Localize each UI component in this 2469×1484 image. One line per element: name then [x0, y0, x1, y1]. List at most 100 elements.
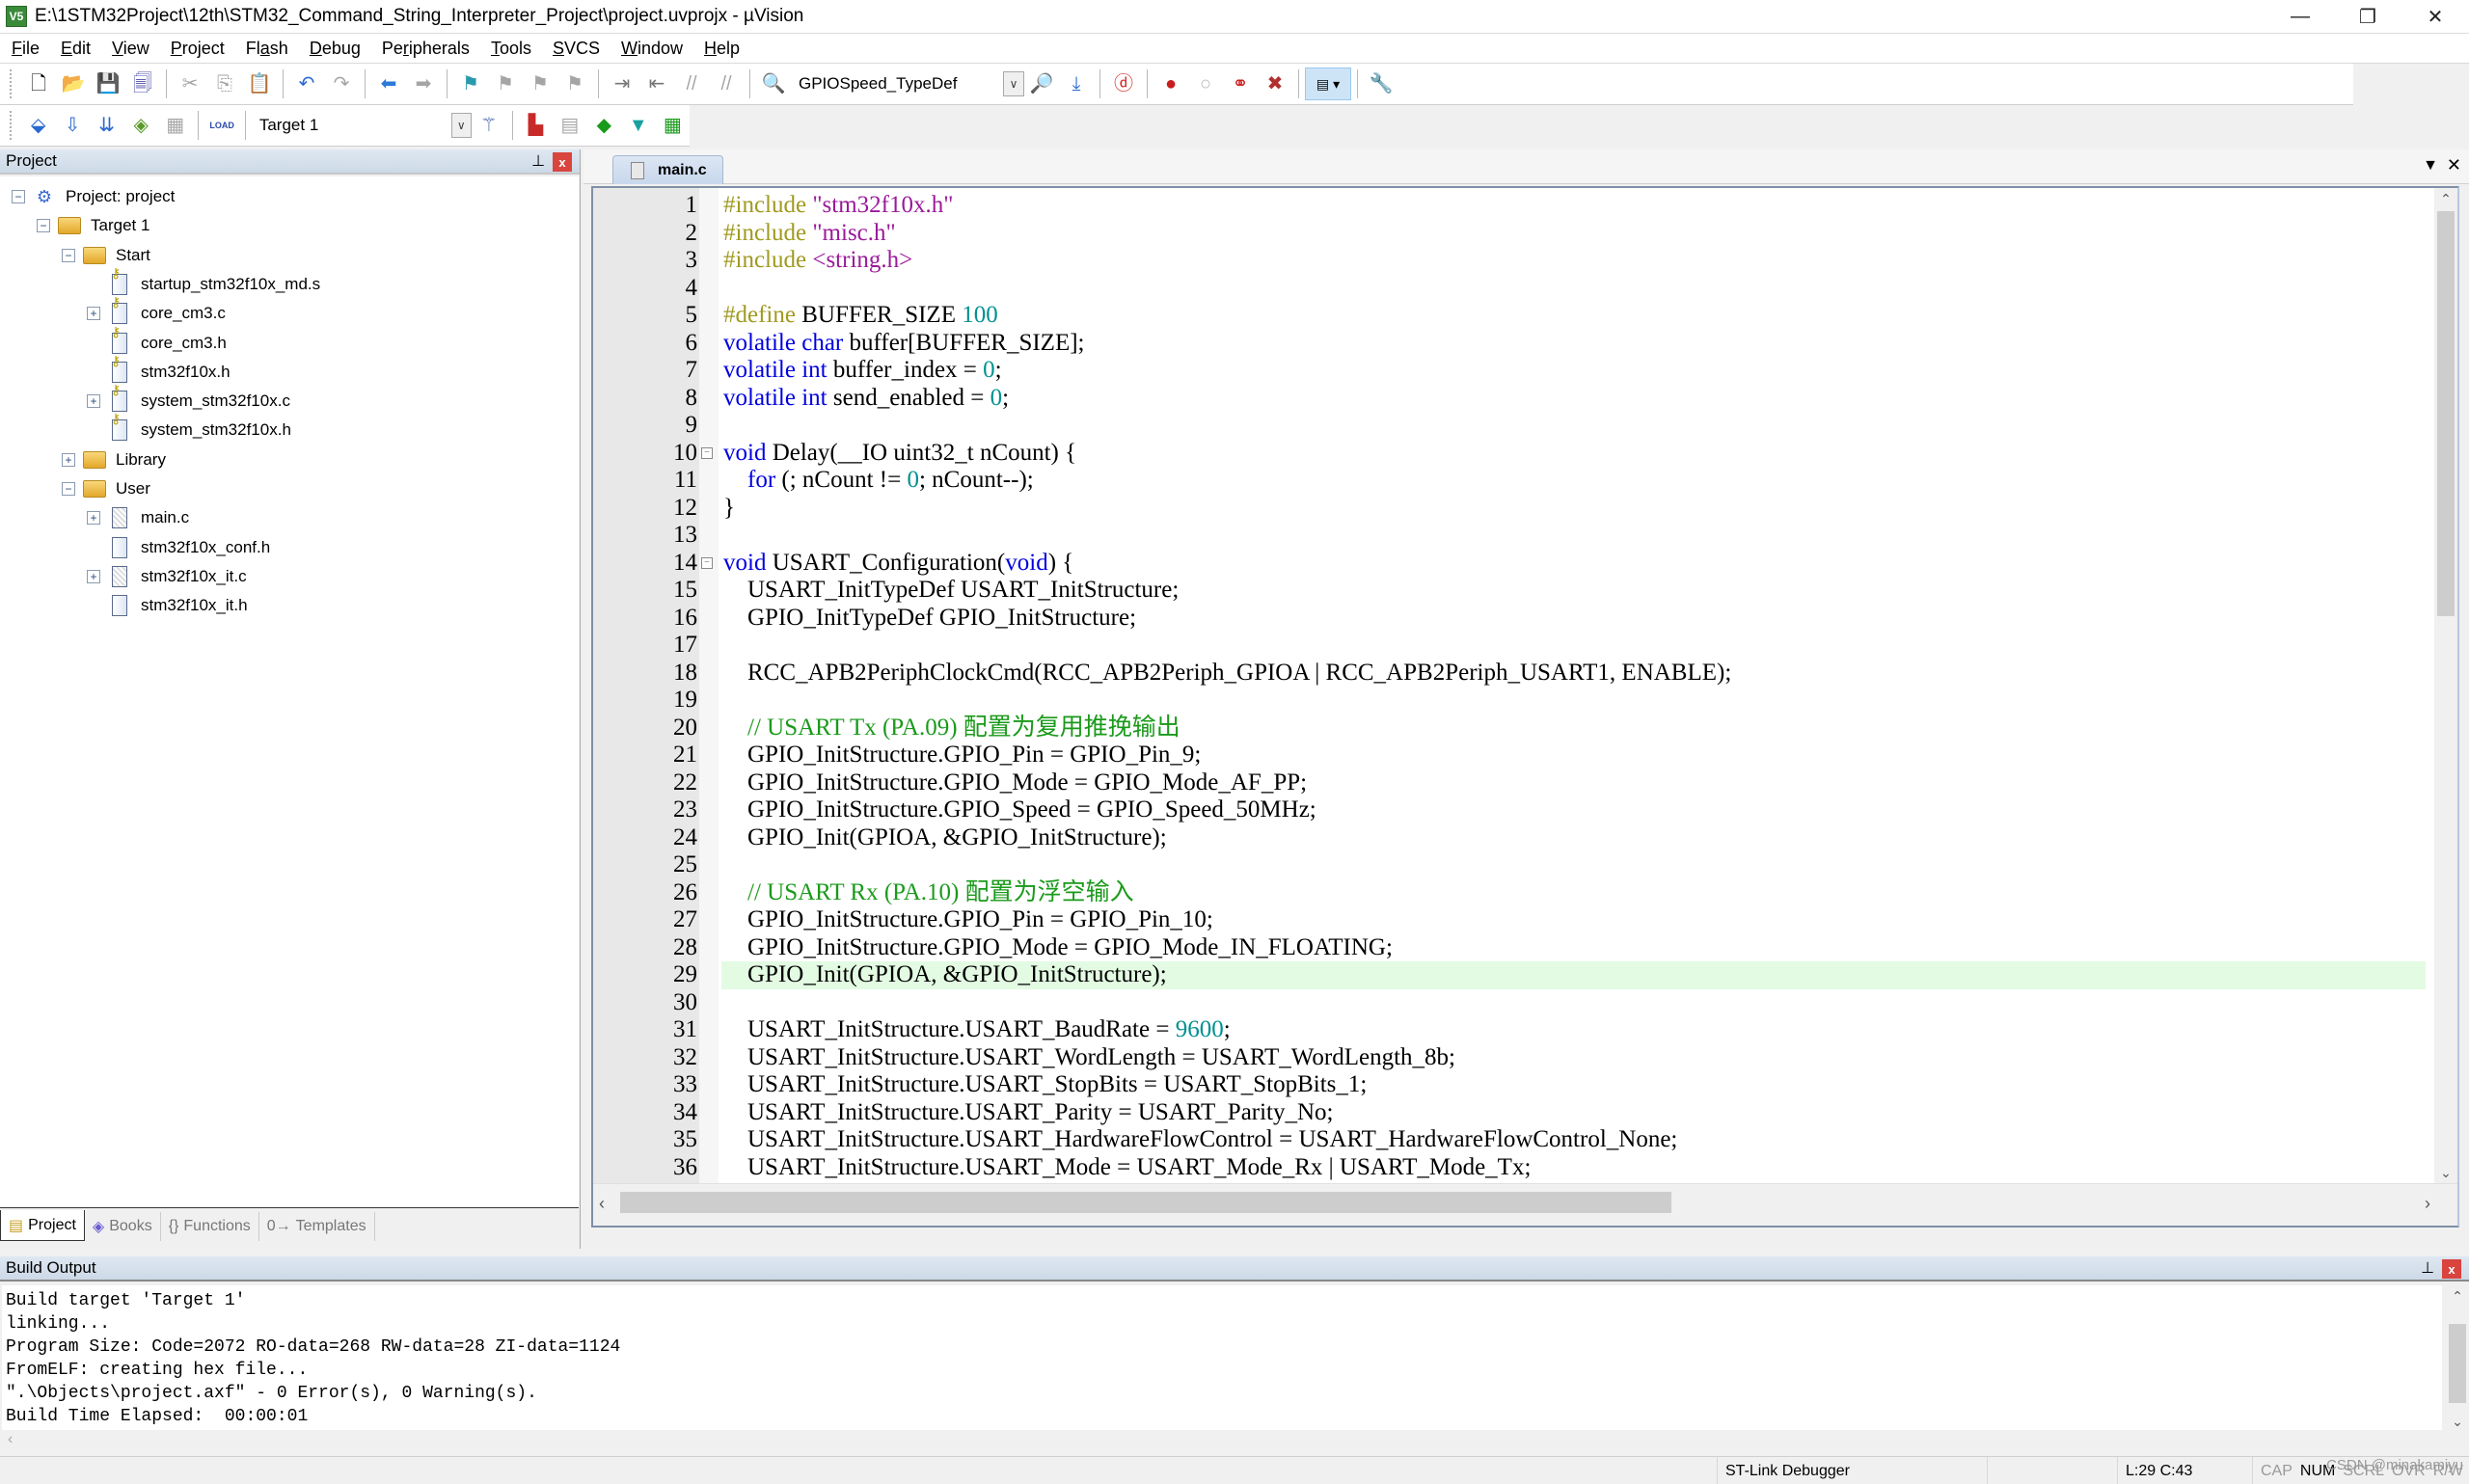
- menu-item[interactable]: Flash: [246, 39, 288, 59]
- tree-item[interactable]: − Target 1: [37, 211, 149, 240]
- clear-bookmarks-icon[interactable]: ⚑: [560, 69, 589, 98]
- new-file-icon[interactable]: 🗋: [24, 69, 53, 98]
- menu-item[interactable]: Project: [171, 39, 225, 59]
- bookmark-icon[interactable]: ⚑: [456, 69, 485, 98]
- insert-breakpoint-icon[interactable]: ●: [1156, 69, 1185, 98]
- find-combo[interactable]: GPIOSpeed_TypeDef: [791, 74, 1003, 94]
- scroll-right-icon[interactable]: ›: [2425, 1194, 2430, 1214]
- collapse-icon[interactable]: −: [37, 219, 50, 233]
- tab-main-c[interactable]: main.c: [612, 155, 723, 184]
- kill-breakpoints-icon[interactable]: ✖: [1261, 69, 1289, 98]
- find-icon[interactable]: 🔎: [1027, 69, 1056, 98]
- code-line[interactable]: 8 volatile int send_enabled = 0;: [593, 385, 2426, 413]
- target-select[interactable]: Target 1: [252, 116, 451, 135]
- collapse-icon[interactable]: −: [12, 190, 25, 203]
- code-line[interactable]: 9: [593, 412, 2426, 440]
- tab-functions[interactable]: {} Functions: [161, 1212, 259, 1241]
- window-layout-button[interactable]: ▤ ▾: [1305, 67, 1351, 100]
- enable-breakpoint-icon[interactable]: ○: [1191, 69, 1220, 98]
- tree-item[interactable]: − ⚙ Project: project: [12, 182, 175, 211]
- minimize-button[interactable]: —: [2266, 0, 2334, 33]
- code-line[interactable]: 11 for (; nCount != 0; nCount--);: [593, 467, 2426, 495]
- menu-item[interactable]: Edit: [61, 39, 91, 59]
- close-panel-button[interactable]: x: [2442, 1259, 2461, 1279]
- code-line[interactable]: 4: [593, 275, 2426, 303]
- code-line[interactable]: 12}: [593, 495, 2426, 523]
- collapse-icon[interactable]: −: [62, 248, 75, 262]
- expand-icon[interactable]: +: [87, 511, 100, 526]
- code-line[interactable]: 1 #include "stm32f10x.h": [593, 192, 2426, 220]
- tree-item[interactable]: stm32f10x_conf.h: [87, 533, 270, 562]
- code-line[interactable]: 13: [593, 522, 2426, 550]
- navigate-forward-icon[interactable]: ➡: [409, 69, 438, 98]
- next-bookmark-icon[interactable]: ⚑: [526, 69, 555, 98]
- pack-installer-icon[interactable]: ▦: [659, 111, 687, 140]
- code-line[interactable]: 28 GPIO_InitStructure.GPIO_Mode = GPIO_M…: [593, 934, 2426, 962]
- cut-icon[interactable]: ✂: [176, 69, 204, 98]
- download-load-icon[interactable]: LOAD: [207, 111, 235, 140]
- configure-wrench-icon[interactable]: 🔧: [1367, 69, 1396, 98]
- code-line[interactable]: 2 #include "misc.h": [593, 220, 2426, 248]
- code-line[interactable]: 16 GPIO_InitTypeDef GPIO_InitStructure;: [593, 605, 2426, 633]
- undo-icon[interactable]: ↶: [292, 69, 321, 98]
- tree-item[interactable]: core_cm3.h: [87, 324, 227, 358]
- menu-item[interactable]: File: [12, 39, 40, 59]
- scroll-down-icon[interactable]: ⌄: [2434, 1162, 2457, 1183]
- tree-item[interactable]: + core_cm3.c: [87, 294, 226, 328]
- tab-list-dropdown-icon[interactable]: ▼: [2423, 157, 2438, 175]
- expand-icon[interactable]: +: [87, 394, 100, 409]
- manage-run-time-environment-icon[interactable]: ◆: [590, 111, 618, 140]
- find-combo-dropdown[interactable]: ∨: [1003, 71, 1024, 96]
- code-line[interactable]: 15 USART_InitTypeDef USART_InitStructure…: [593, 577, 2426, 605]
- manage-project-items-icon[interactable]: ▙: [522, 111, 550, 140]
- code-line[interactable]: 27 GPIO_InitStructure.GPIO_Pin = GPIO_Pi…: [593, 906, 2426, 934]
- open-file-icon[interactable]: 📂: [59, 69, 88, 98]
- manage-multi-project-icon[interactable]: ▤: [556, 111, 583, 140]
- editor-vertical-scrollbar[interactable]: ⌃ ⌄: [2434, 188, 2457, 1183]
- code-line[interactable]: 33 USART_InitStructure.USART_StopBits = …: [593, 1071, 2426, 1099]
- copy-icon[interactable]: ⎘: [210, 69, 239, 98]
- build-output-horizontal-scrollbar[interactable]: ‹: [2, 1430, 2442, 1453]
- incremental-find-icon[interactable]: ⤓: [1062, 69, 1091, 98]
- code-line[interactable]: 35 USART_InitStructure.USART_HardwareFlo…: [593, 1126, 2426, 1154]
- expand-icon[interactable]: +: [87, 569, 100, 583]
- target-select-dropdown[interactable]: ∨: [450, 113, 473, 138]
- code-line[interactable]: 21 GPIO_InitStructure.GPIO_Pin = GPIO_Pi…: [593, 742, 2426, 769]
- menu-item[interactable]: Window: [621, 39, 683, 59]
- code-line[interactable]: 29 GPIO_Init(GPIOA, &GPIO_InitStructure)…: [593, 961, 2426, 989]
- tree-item[interactable]: − User: [62, 474, 150, 503]
- select-software-packs-icon[interactable]: ▼: [624, 111, 652, 140]
- paste-icon[interactable]: 📋: [245, 69, 274, 98]
- toolbar-grip[interactable]: [10, 111, 14, 140]
- code-line[interactable]: 24 GPIO_Init(GPIOA, &GPIO_InitStructure)…: [593, 824, 2426, 852]
- expand-icon[interactable]: +: [87, 307, 100, 321]
- scroll-left-icon[interactable]: ‹: [8, 1431, 13, 1448]
- comment-icon[interactable]: //: [677, 69, 706, 98]
- code-line[interactable]: 6 volatile char buffer[BUFFER_SIZE];: [593, 330, 2426, 358]
- redo-icon[interactable]: ↷: [327, 69, 356, 98]
- maximize-button[interactable]: ❐: [2334, 0, 2401, 33]
- indent-icon[interactable]: ⇥: [608, 69, 637, 98]
- scroll-thumb[interactable]: [2437, 211, 2455, 616]
- scroll-thumb[interactable]: [2449, 1324, 2466, 1403]
- code-line[interactable]: 31 USART_InitStructure.USART_BaudRate = …: [593, 1016, 2426, 1044]
- fold-collapse-icon[interactable]: −: [701, 556, 713, 569]
- code-line[interactable]: 10− void Delay(__IO uint32_t nCount) {: [593, 440, 2426, 468]
- tree-item[interactable]: system_stm32f10x.h: [87, 411, 291, 445]
- code-line[interactable]: 3 #include <string.h>: [593, 247, 2426, 275]
- menu-item[interactable]: Tools: [491, 39, 531, 59]
- save-all-icon[interactable]: 🗐: [128, 69, 157, 98]
- code-line[interactable]: 19: [593, 687, 2426, 715]
- find-in-files-icon[interactable]: 🔍: [759, 69, 788, 98]
- close-panel-button[interactable]: x: [553, 152, 572, 172]
- code-line[interactable]: 18 RCC_APB2PeriphClockCmd(RCC_APB2Periph…: [593, 660, 2426, 688]
- scroll-up-icon[interactable]: ⌃: [2446, 1285, 2469, 1307]
- debug-session-icon[interactable]: ⓓ: [1109, 69, 1138, 98]
- tree-item[interactable]: + main.c: [87, 503, 189, 532]
- stop-build-icon[interactable]: ▦: [161, 111, 189, 140]
- tab-templates[interactable]: 0→ Templates: [259, 1212, 375, 1241]
- code-line[interactable]: 7 volatile int buffer_index = 0;: [593, 357, 2426, 385]
- code-line[interactable]: 14− void USART_Configuration(void) {: [593, 550, 2426, 578]
- disable-breakpoints-icon[interactable]: ⚭: [1226, 69, 1255, 98]
- code-line[interactable]: 5 #define BUFFER_SIZE 100: [593, 302, 2426, 330]
